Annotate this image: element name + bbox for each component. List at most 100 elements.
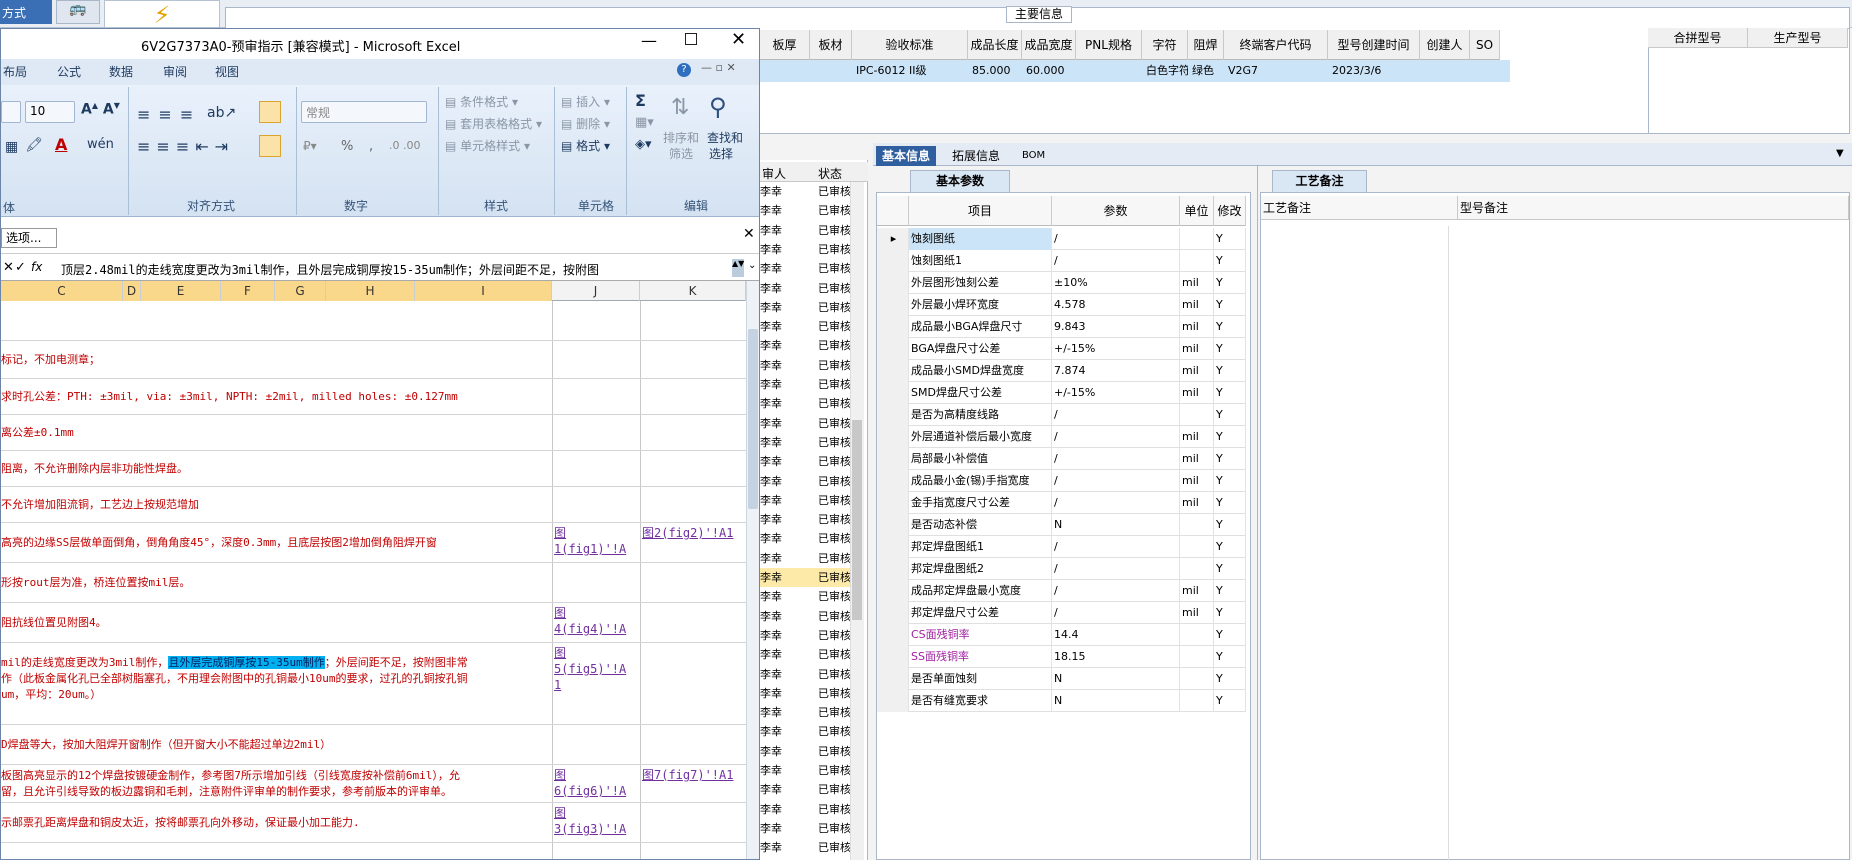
grid-param[interactable]: / bbox=[1052, 228, 1180, 250]
grid-param[interactable]: 7.874 bbox=[1052, 360, 1180, 382]
border-icon[interactable]: ▦ bbox=[5, 139, 18, 155]
col-H[interactable]: H bbox=[326, 281, 415, 301]
craft-col-notes[interactable]: 工艺备注 bbox=[1261, 196, 1458, 220]
tab-basic-params[interactable]: 基本参数 bbox=[910, 170, 1010, 192]
grid-param[interactable]: N bbox=[1052, 514, 1180, 536]
main-col-3[interactable]: 成品长度 bbox=[968, 30, 1022, 60]
maximize-icon[interactable] bbox=[685, 33, 697, 45]
grid-row[interactable]: 是否为高精度线路 / Y bbox=[877, 404, 1246, 426]
list-item[interactable]: 李幸 已审核 bbox=[760, 626, 860, 645]
list-item[interactable]: 李幸 已审核 bbox=[760, 182, 860, 201]
font-name-box[interactable] bbox=[1, 101, 21, 123]
sheet-row[interactable]: 阻抗线位置见附图4。 bbox=[1, 603, 746, 643]
list-item[interactable]: 李幸 已审核 bbox=[760, 433, 860, 452]
grid-param[interactable]: / bbox=[1052, 470, 1180, 492]
grid-param[interactable]: 18.15 bbox=[1052, 646, 1180, 668]
main-col-6[interactable]: 字符 bbox=[1142, 30, 1188, 60]
list-item[interactable]: 李幸 已审核 bbox=[760, 317, 860, 336]
table-format-button[interactable]: ▤ 套用表格格式 ▾ bbox=[445, 115, 542, 132]
confirm-icon[interactable]: ✓ bbox=[15, 260, 26, 275]
font-color-icon[interactable]: A bbox=[55, 135, 67, 154]
col-E[interactable]: E bbox=[141, 281, 221, 301]
merge-cells-icon[interactable] bbox=[259, 135, 281, 157]
sheet-row[interactable]: 标记，不加电测章； bbox=[1, 341, 746, 379]
list-item[interactable]: 李幸 已审核 bbox=[760, 529, 860, 548]
grid-param[interactable]: / bbox=[1052, 602, 1180, 624]
list-item[interactable]: 李幸 已审核 bbox=[760, 549, 860, 568]
main-col-8[interactable]: 终端客户代码 bbox=[1224, 30, 1328, 60]
currency-icon[interactable]: ₽▾ bbox=[303, 139, 317, 153]
list-item[interactable]: 李幸 已审核 bbox=[760, 414, 860, 433]
list-item[interactable]: 李幸 已审核 bbox=[760, 240, 860, 259]
main-col-0[interactable]: 板厚 bbox=[760, 30, 810, 60]
col-K[interactable]: K bbox=[640, 281, 746, 301]
list-item[interactable]: 李幸 已审核 bbox=[760, 201, 860, 220]
col-F[interactable]: F bbox=[221, 281, 275, 301]
grid-param[interactable]: / bbox=[1052, 580, 1180, 602]
chevron-down-icon[interactable]: ▼ bbox=[1836, 148, 1844, 159]
main-cell-7[interactable]: 绿色 bbox=[1188, 60, 1224, 82]
grid-param[interactable]: / bbox=[1052, 492, 1180, 514]
grid-param[interactable]: / bbox=[1052, 558, 1180, 580]
col-G[interactable]: G bbox=[275, 281, 326, 301]
list-item[interactable]: 李幸 已审核 bbox=[760, 259, 860, 278]
list-item[interactable]: 李幸 已审核 bbox=[760, 298, 860, 317]
grid-row[interactable]: 局部最小补偿值 / mil Y bbox=[877, 448, 1246, 470]
sheet-row[interactable]: 离公差±0.1mm bbox=[1, 415, 746, 451]
grid-row[interactable]: BGA焊盘尺寸公差 +/-15% mil Y bbox=[877, 338, 1246, 360]
lightning-icon[interactable]: ⚡ bbox=[104, 0, 220, 29]
format-button[interactable]: ▤ 格式 ▾ bbox=[561, 137, 610, 154]
find-select-icon[interactable]: ⚲ bbox=[709, 93, 727, 121]
main-cell-6[interactable]: 白色字符 bbox=[1142, 60, 1188, 82]
percent-icon[interactable]: % bbox=[341, 139, 353, 154]
cancel-icon[interactable]: ✕ bbox=[3, 260, 14, 275]
list-item[interactable]: 李幸 已审核 bbox=[760, 568, 860, 588]
grid-row[interactable]: 成品最小金(锡)手指宽度 / mil Y bbox=[877, 470, 1246, 492]
grid-row[interactable]: 外层通道补偿后最小宽度 / mil Y bbox=[877, 426, 1246, 448]
grid-row[interactable]: 是否动态补偿 N Y bbox=[877, 514, 1246, 536]
tab-layout[interactable]: 布局 bbox=[3, 63, 27, 80]
sheet-row[interactable]: 示邮票孔距离焊盘和铜皮太近，按将邮票孔向外移动，保证最小加工能力. bbox=[1, 803, 746, 843]
grid-param[interactable]: ±10% bbox=[1052, 272, 1180, 294]
sheet-row[interactable]: 阻离，不允许删除内层非功能性焊盘。 bbox=[1, 451, 746, 487]
list-item[interactable]: 李幸 已审核 bbox=[760, 356, 860, 375]
grid-col-item[interactable]: 项目 bbox=[909, 196, 1052, 226]
cell-styles-button[interactable]: ▤ 单元格样式 ▾ bbox=[445, 137, 530, 154]
hyperlink[interactable]: 图 6(fig6)'!A bbox=[554, 767, 626, 799]
close-bar-icon[interactable]: ✕ bbox=[743, 226, 755, 242]
main-col-11[interactable]: SO bbox=[1470, 30, 1500, 60]
list-item[interactable]: 李幸 已审核 bbox=[760, 780, 860, 799]
orientation-icon[interactable]: ab↗ bbox=[207, 105, 236, 121]
main-col-5[interactable]: PNL规格 bbox=[1076, 30, 1142, 60]
clear-icon[interactable]: ◈▾ bbox=[635, 137, 652, 152]
grid-row[interactable]: SMD焊盘尺寸公差 +/-15% mil Y bbox=[877, 382, 1246, 404]
list-item[interactable]: 李幸 已审核 bbox=[760, 587, 860, 606]
grid-param[interactable]: +/-15% bbox=[1052, 382, 1180, 404]
grid-param[interactable]: / bbox=[1052, 426, 1180, 448]
main-col-1[interactable]: 板材 bbox=[810, 30, 852, 60]
list-item[interactable]: 李幸 已审核 bbox=[760, 607, 860, 626]
expand-formula-icon[interactable]: ⌄ bbox=[748, 260, 756, 271]
tab-view[interactable]: 视图 bbox=[215, 63, 239, 80]
grow-font-icon[interactable]: A▲ A▼ bbox=[81, 101, 120, 118]
list-item[interactable]: 李幸 已审核 bbox=[760, 800, 860, 819]
grid-row[interactable]: 成品邦定焊盘最小宽度 / mil Y bbox=[877, 580, 1246, 602]
options-button[interactable]: 选项... bbox=[1, 228, 57, 248]
col-J[interactable]: J bbox=[552, 281, 640, 301]
grid-row[interactable]: 金手指宽度尺寸公差 / mil Y bbox=[877, 492, 1246, 514]
grid-row[interactable]: 邦定焊盘尺寸公差 / mil Y bbox=[877, 602, 1246, 624]
fill-color-icon[interactable]: 🖍 bbox=[25, 137, 43, 153]
main-cell-9[interactable]: 2023/3/6 bbox=[1328, 60, 1420, 82]
close-icon[interactable]: ✕ bbox=[731, 29, 746, 50]
grid-param[interactable]: / bbox=[1052, 404, 1180, 426]
grid-param[interactable]: N bbox=[1052, 668, 1180, 690]
craft-col-model-notes[interactable]: 型号备注 bbox=[1458, 196, 1849, 220]
list-header-status[interactable]: 状态 bbox=[818, 165, 842, 182]
main-col-10[interactable]: 创建人 bbox=[1420, 30, 1470, 60]
sheet-row[interactable]: D焊盘等大，按加大阻焊开窗制作（但开窗大小不能超过单边2mil） bbox=[1, 725, 746, 765]
formula-scroll-icon[interactable]: ▲▼ bbox=[732, 259, 744, 277]
grid-param[interactable]: 9.843 bbox=[1052, 316, 1180, 338]
grid-param[interactable]: N bbox=[1052, 690, 1180, 712]
hyperlink[interactable]: 图 5(fig5)'!A 1 bbox=[554, 645, 626, 693]
sheet-row[interactable]: 求时孔公差：PTH: ±3mil, via: ±3mil, NPTH: ±2mi… bbox=[1, 379, 746, 415]
